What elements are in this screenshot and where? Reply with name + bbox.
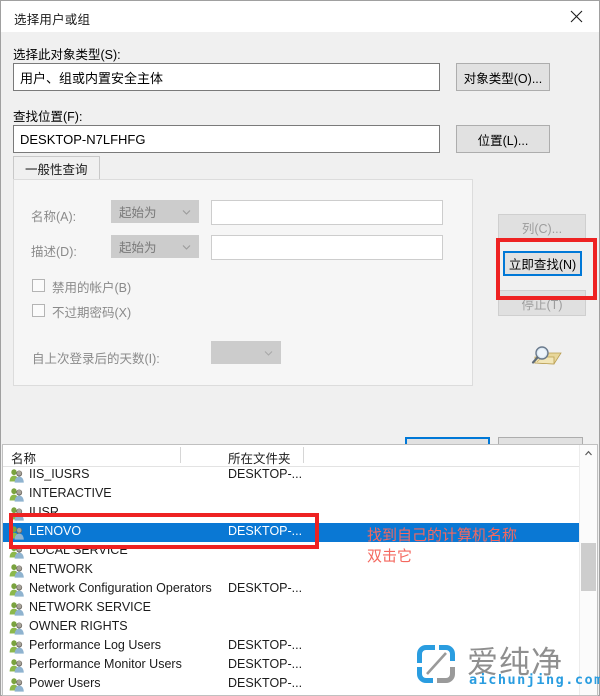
title-bar: 选择用户或组 <box>1 1 599 32</box>
group-icon <box>9 639 25 654</box>
chevron-down-icon <box>264 348 273 357</box>
table-row[interactable]: OWNER RIGHTS <box>3 618 581 637</box>
search-folder-icon <box>529 344 563 372</box>
row-name: LENOVO <box>29 524 82 538</box>
row-name: IIS_IUSRS <box>29 467 90 481</box>
disabled-accounts-label: 禁用的帐户(B) <box>52 281 132 295</box>
group-icon <box>9 620 25 635</box>
row-name: Power Users <box>29 676 101 690</box>
name-condition-value: 起始为 <box>119 206 157 220</box>
column-header-folder[interactable]: 所在文件夹 <box>228 448 291 467</box>
annotation-box-find-now <box>496 238 597 300</box>
select-users-or-groups-dialog: 选择用户或组 选择此对象类型(S): 用户、组或内置安全主体 对象类型(O)..… <box>0 0 600 696</box>
description-label: 描述(D): <box>31 245 77 259</box>
annotation-text: 找到自己的计算机名称 双击它 <box>367 526 518 565</box>
group-icon <box>9 563 25 578</box>
table-row[interactable]: IIS_IUSRS DESKTOP-... <box>3 466 581 485</box>
row-folder: DESKTOP-... <box>228 657 303 671</box>
close-button[interactable] <box>553 1 599 32</box>
description-condition-value: 起始为 <box>119 241 157 255</box>
description-value-input[interactable] <box>211 235 443 260</box>
group-icon <box>9 658 25 673</box>
name-label: 名称(A): <box>31 210 77 224</box>
list-column-headers: 名称 所在文件夹 <box>3 445 597 467</box>
query-tabstrip: 一般性查询 <box>13 156 473 180</box>
row-folder: DESKTOP-... <box>228 524 303 538</box>
group-icon <box>9 582 25 597</box>
group-icon <box>9 468 25 483</box>
group-icon <box>9 677 25 692</box>
row-name: NETWORK SERVICE <box>29 600 152 614</box>
row-folder: DESKTOP-... <box>228 467 303 481</box>
days-since-logon-label: 自上次登录后的天数(I): <box>32 352 160 366</box>
name-condition-select[interactable]: 起始为 <box>111 200 199 223</box>
non-expiring-password-label: 不过期密码(X) <box>52 306 132 320</box>
scrollbar-thumb[interactable] <box>581 543 596 591</box>
group-icon <box>9 601 25 616</box>
description-condition-select[interactable]: 起始为 <box>111 235 199 258</box>
tab-common-queries[interactable]: 一般性查询 <box>13 156 100 180</box>
window-title: 选择用户或组 <box>14 13 91 27</box>
name-value-input[interactable] <box>211 200 443 225</box>
chevron-down-icon <box>182 207 191 216</box>
table-row[interactable]: INTERACTIVE <box>3 485 581 504</box>
disabled-accounts-checkbox[interactable] <box>32 279 45 292</box>
object-type-input[interactable]: 用户、组或内置安全主体 <box>13 63 440 91</box>
close-icon <box>570 10 583 23</box>
row-folder: DESKTOP-... <box>228 581 303 595</box>
watermark: 爱纯净 aichunjing.com <box>413 639 600 691</box>
locations-button[interactable]: 位置(L)... <box>456 125 550 153</box>
row-name: INTERACTIVE <box>29 486 112 500</box>
watermark-url: aichunjing.com <box>469 672 600 688</box>
non-expiring-password-checkbox[interactable] <box>32 304 45 317</box>
row-name: NETWORK <box>29 562 93 576</box>
days-since-logon-select[interactable] <box>211 341 281 364</box>
row-folder: DESKTOP-... <box>228 676 303 690</box>
row-name: Performance Log Users <box>29 638 162 652</box>
location-label: 查找位置(F): <box>13 110 83 124</box>
column-divider[interactable] <box>180 447 181 463</box>
object-type-label: 选择此对象类型(S): <box>13 48 121 62</box>
chevron-down-icon <box>182 242 191 251</box>
object-types-button[interactable]: 对象类型(O)... <box>456 63 550 91</box>
row-name: Network Configuration Operators <box>29 581 212 595</box>
location-input[interactable]: DESKTOP-N7LFHFG <box>13 125 440 153</box>
columns-button[interactable]: 列(C)... <box>498 214 586 240</box>
scroll-up-icon[interactable] <box>580 445 597 462</box>
row-name: Performance Monitor Users <box>29 657 182 671</box>
aichunjing-logo-icon <box>413 641 459 687</box>
table-row[interactable]: Network Configuration Operators DESKTOP-.… <box>3 580 581 599</box>
row-name: OWNER RIGHTS <box>29 619 128 633</box>
table-row[interactable]: NETWORK SERVICE <box>3 599 581 618</box>
column-header-name[interactable]: 名称 <box>11 448 36 467</box>
column-divider[interactable] <box>303 447 304 463</box>
group-icon <box>9 487 25 502</box>
common-queries-panel: 名称(A): 起始为 描述(D): 起始为 禁用的帐户(B) 不过期密码(X) … <box>13 179 473 386</box>
row-folder: DESKTOP-... <box>228 638 303 652</box>
